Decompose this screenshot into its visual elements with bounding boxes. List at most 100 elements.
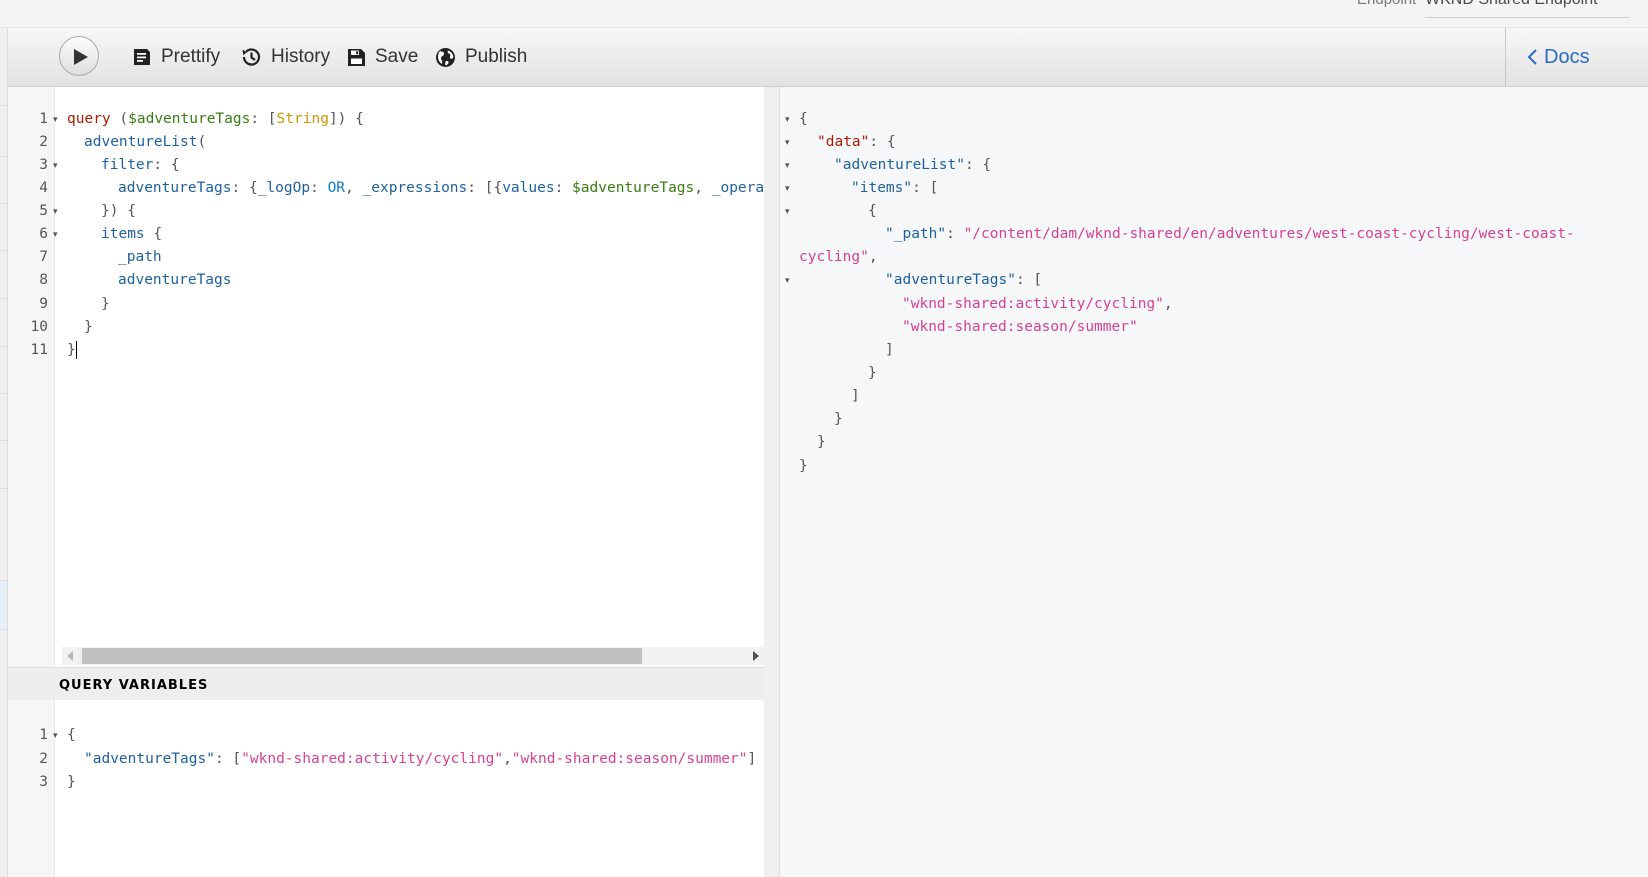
code-token: }	[67, 342, 76, 358]
globe-icon	[436, 47, 455, 67]
line-number: 5	[39, 203, 48, 219]
query-variables-header[interactable]: QUERY VARIABLES	[8, 667, 764, 701]
code-line: filter: {	[101, 154, 180, 177]
docs-button[interactable]: Docs	[1505, 28, 1648, 86]
code-line: }	[84, 319, 93, 335]
endpoint-select[interactable]: WKND Shared Endpoint	[1425, 0, 1598, 9]
query-variables-editor[interactable]: 1 ▾ { 2 "adventureTags": ["wknd-shared:a…	[8, 700, 765, 877]
fold-arrow-icon[interactable]: ▾	[53, 108, 61, 131]
json-key: "_path"	[885, 226, 947, 242]
line-number: 1	[39, 727, 48, 743]
result-line: ]	[885, 342, 894, 358]
code-line: }	[67, 339, 77, 362]
line-number: 2	[39, 134, 48, 150]
code-token: : {	[153, 157, 180, 173]
fold-arrow-icon[interactable]: ▾	[53, 154, 61, 177]
result-viewer: ▾ { ▾ "data": { ▾ "adventureList": { ▾ "…	[780, 87, 1648, 877]
sidebar-divider	[0, 156, 7, 157]
line-number: 8	[39, 272, 48, 288]
fold-arrow-icon[interactable]: ▾	[785, 177, 790, 200]
scrollbar-thumb[interactable]	[82, 648, 642, 664]
code-line: _path	[118, 249, 162, 265]
code-token: ,	[345, 180, 363, 196]
code-token: ,	[694, 180, 712, 196]
code-line: adventureTags: {_logOp: OR, _expressions…	[118, 177, 790, 200]
result-line: "data": {	[817, 131, 896, 154]
code-token: "wknd-shared:season/summer"	[511, 751, 748, 767]
history-icon	[242, 48, 261, 66]
result-line: }	[817, 434, 826, 450]
play-icon	[74, 49, 88, 65]
publish-button[interactable]: Publish	[435, 42, 527, 72]
toolbar: Prettify History Save Publish Docs	[8, 28, 1648, 87]
code-token: "adventureTags"	[84, 751, 215, 767]
left-sidebar-edge	[0, 28, 8, 877]
result-line: {	[868, 203, 877, 219]
result-line: }	[868, 365, 877, 381]
code-token: _expressions	[362, 180, 468, 196]
fold-arrow-icon[interactable]: ▾	[785, 269, 790, 292]
fold-arrow-icon[interactable]: ▾	[785, 154, 790, 177]
result-line: "adventureList": {	[834, 154, 991, 177]
code-token: ]) {	[328, 111, 364, 127]
prettify-button[interactable]: Prettify	[132, 42, 220, 72]
code-line: adventureList(	[84, 131, 206, 154]
code-token: String	[276, 111, 329, 127]
fold-arrow-icon[interactable]: ▾	[53, 724, 61, 747]
code-token: : [	[214, 751, 242, 767]
code-line: }	[67, 774, 76, 790]
code-token: : [{	[467, 180, 503, 196]
code-line: adventureTags	[118, 272, 232, 288]
pane-splitter[interactable]	[764, 87, 780, 877]
code-token: _logOp	[257, 180, 311, 196]
text-cursor	[75, 341, 77, 359]
scroll-left-arrow-icon[interactable]	[67, 651, 73, 661]
fold-arrow-icon[interactable]: ▾	[785, 108, 790, 131]
docs-label: Docs	[1544, 45, 1590, 68]
scroll-right-arrow-icon[interactable]	[753, 651, 759, 661]
run-query-button[interactable]	[59, 36, 99, 76]
json-key: "data"	[817, 134, 870, 150]
chevron-left-icon	[1527, 49, 1537, 65]
sidebar-divider	[0, 250, 7, 251]
sidebar-selected-item[interactable]	[0, 580, 7, 630]
json-punct: ,	[1163, 296, 1173, 312]
line-number: 1	[39, 111, 48, 127]
json-punct: :	[946, 226, 964, 242]
result-line: cycling",	[799, 246, 878, 269]
code-token: : [	[250, 111, 277, 127]
json-string: "wknd-shared:season/summer"	[902, 319, 1138, 335]
code-token: : {	[231, 180, 258, 196]
horizontal-scrollbar[interactable]	[62, 647, 764, 665]
json-punct: : [	[1015, 272, 1043, 288]
fold-arrow-icon[interactable]: ▾	[53, 223, 61, 246]
json-string: "/content/dam/wknd-shared/en/adventures/…	[963, 226, 1575, 242]
code-line: items {	[101, 223, 162, 246]
result-line: }	[834, 411, 843, 427]
code-token: :	[554, 180, 573, 196]
json-string: cycling"	[799, 249, 869, 265]
query-editor[interactable]: 1 ▾ query ($adventureTags: [String]) { 2…	[8, 87, 790, 667]
publish-label: Publish	[465, 46, 528, 67]
sidebar-divider	[0, 298, 7, 299]
code-token: $adventureTags	[572, 180, 695, 196]
sidebar-divider	[0, 203, 7, 204]
code-token: (	[110, 111, 129, 127]
fold-arrow-icon[interactable]: ▾	[785, 131, 790, 154]
json-key: "adventureList"	[834, 157, 965, 173]
code-line: "adventureTags": ["wknd-shared:activity/…	[84, 748, 756, 771]
save-button[interactable]: Save	[347, 42, 418, 72]
endpoint-label: Endpoint	[1357, 0, 1416, 8]
code-line: query ($adventureTags: [String]) {	[67, 108, 364, 131]
line-number: 2	[39, 751, 48, 767]
sidebar-divider	[0, 440, 7, 441]
history-button[interactable]: History	[240, 42, 330, 72]
code-token: values	[502, 180, 555, 196]
endpoint-underline	[1425, 17, 1630, 18]
code-token: :	[310, 180, 328, 196]
code-token: query	[67, 111, 111, 127]
code-token: (	[197, 134, 207, 150]
result-line: {	[799, 111, 808, 127]
fold-arrow-icon[interactable]: ▾	[785, 200, 790, 223]
fold-arrow-icon[interactable]: ▾	[53, 200, 61, 223]
